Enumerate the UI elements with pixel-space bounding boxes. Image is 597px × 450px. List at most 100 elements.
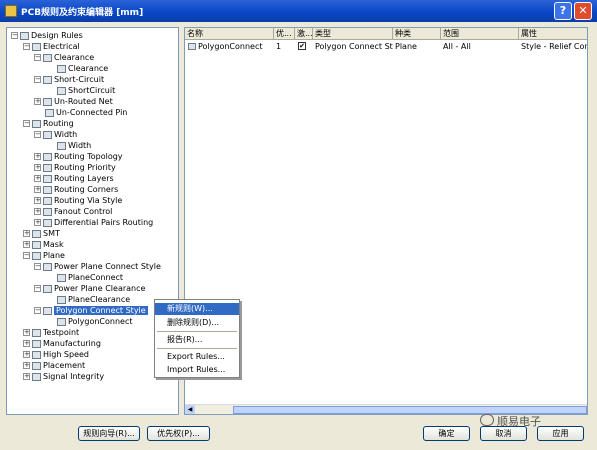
collapse-icon[interactable]: − bbox=[34, 54, 41, 61]
tree-item-placement[interactable]: + Placement bbox=[23, 360, 85, 371]
tree-item-planeclearance-rule[interactable]: PlaneClearance bbox=[57, 294, 130, 305]
tree-item-manufacturing[interactable]: + Manufacturing bbox=[23, 338, 101, 349]
tree-item-routing-via-style[interactable]: + Routing Via Style bbox=[34, 195, 122, 206]
tree-item-clearance-group[interactable]: − Clearance bbox=[34, 52, 94, 63]
tree-item-clearance-rule[interactable]: Clearance bbox=[57, 63, 108, 74]
cell-kind: Plane bbox=[395, 42, 417, 51]
tree-item-planeconnect-rule[interactable]: PlaneConnect bbox=[57, 272, 123, 283]
rule-type-icon bbox=[43, 207, 52, 216]
expand-icon[interactable]: + bbox=[34, 175, 41, 182]
collapse-icon[interactable]: − bbox=[34, 307, 41, 314]
column-header-type[interactable]: 类型 bbox=[313, 28, 393, 40]
rule-type-icon bbox=[43, 97, 52, 106]
expand-icon[interactable]: + bbox=[23, 351, 30, 358]
menu-item-export-rules[interactable]: Export Rules... bbox=[155, 351, 239, 363]
expand-icon[interactable]: + bbox=[34, 208, 41, 215]
expand-icon[interactable]: + bbox=[34, 153, 41, 160]
rule-wizard-button[interactable]: 规则向导(R)... bbox=[78, 426, 140, 441]
tree-item-testpoint[interactable]: + Testpoint bbox=[23, 327, 79, 338]
menu-item-report[interactable]: 报告(R)... bbox=[155, 334, 239, 346]
tree-item-high-speed[interactable]: + High Speed bbox=[23, 349, 89, 360]
expand-icon[interactable]: + bbox=[23, 329, 30, 336]
tree-item-routing-topology[interactable]: + Routing Topology bbox=[34, 151, 123, 162]
tree-item-mask[interactable]: + Mask bbox=[23, 239, 64, 250]
tree-item-unrouted-net[interactable]: + Un-Routed Net bbox=[34, 96, 113, 107]
expand-icon[interactable]: + bbox=[23, 340, 30, 347]
rules-table[interactable]: 名称 优... 激... 类型 种类 范围 属性 PolygonConnect … bbox=[184, 27, 588, 415]
tree-item-design-rules[interactable]: − Design Rules bbox=[11, 30, 83, 41]
expand-icon[interactable]: + bbox=[34, 186, 41, 193]
rule-icon bbox=[57, 86, 66, 95]
rule-icon bbox=[57, 317, 66, 326]
tree-item-differential-pairs-routing[interactable]: + Differential Pairs Routing bbox=[34, 217, 153, 228]
rule-icon bbox=[57, 273, 66, 282]
column-header-kind[interactable]: 种类 bbox=[393, 28, 441, 40]
rule-category-icon bbox=[32, 42, 41, 51]
tree-item-routing-priority[interactable]: + Routing Priority bbox=[34, 162, 116, 173]
rule-type-icon bbox=[43, 218, 52, 227]
tree-item-power-plane-connect-style[interactable]: − Power Plane Connect Style bbox=[34, 261, 161, 272]
help-button[interactable]: ? bbox=[554, 2, 572, 20]
tree-item-polygon-connect-style[interactable]: − Polygon Connect Style bbox=[34, 305, 148, 316]
menu-item-delete-rule[interactable]: 删除规则(D)... bbox=[155, 317, 239, 329]
tree-item-plane[interactable]: − Plane bbox=[23, 250, 65, 261]
column-header-enabled[interactable]: 激... bbox=[295, 28, 313, 40]
cell-scope: All - All bbox=[443, 42, 471, 51]
tree-item-width-group[interactable]: − Width bbox=[34, 129, 77, 140]
tree-item-power-plane-clearance[interactable]: − Power Plane Clearance bbox=[34, 283, 145, 294]
ok-button[interactable]: 确定 bbox=[423, 426, 470, 441]
priorities-button[interactable]: 优先权(P)... bbox=[147, 426, 210, 441]
tree-item-signal-integrity[interactable]: + Signal Integrity bbox=[23, 371, 104, 382]
column-header-scope[interactable]: 范围 bbox=[441, 28, 519, 40]
collapse-icon[interactable]: − bbox=[23, 43, 30, 50]
tree-item-short-circuit[interactable]: − Short-Circuit bbox=[34, 74, 104, 85]
rule-type-icon bbox=[43, 284, 52, 293]
expand-icon[interactable]: + bbox=[34, 219, 41, 226]
collapse-icon[interactable]: − bbox=[34, 263, 41, 270]
rule-category-icon bbox=[32, 251, 41, 260]
tree-item-routing-corners[interactable]: + Routing Corners bbox=[34, 184, 118, 195]
rule-category-icon bbox=[32, 229, 41, 238]
rule-icon bbox=[188, 43, 196, 50]
collapse-icon[interactable]: − bbox=[23, 252, 30, 259]
expand-icon[interactable]: + bbox=[34, 164, 41, 171]
rule-category-icon bbox=[32, 119, 41, 128]
collapse-icon[interactable]: − bbox=[34, 76, 41, 83]
watermark: 顺易电子 bbox=[497, 415, 541, 428]
collapse-icon[interactable]: − bbox=[34, 285, 41, 292]
menu-separator bbox=[157, 348, 237, 349]
collapse-icon[interactable]: − bbox=[23, 120, 30, 127]
tree-item-width-rule[interactable]: Width bbox=[57, 140, 91, 151]
column-header-priority[interactable]: 优... bbox=[274, 28, 295, 40]
menu-item-import-rules[interactable]: Import Rules... bbox=[155, 364, 239, 376]
column-header-name[interactable]: 名称 bbox=[185, 28, 274, 40]
expand-icon[interactable]: + bbox=[23, 373, 30, 380]
menu-item-new-rule[interactable]: 新规则(W)... bbox=[155, 303, 239, 315]
rule-type-icon bbox=[45, 108, 54, 117]
rule-category-icon bbox=[32, 372, 41, 381]
tree-item-unconnected-pin[interactable]: Un-Connected Pin bbox=[45, 107, 127, 118]
cell-name[interactable]: PolygonConnect bbox=[186, 41, 274, 52]
expand-icon[interactable]: + bbox=[23, 241, 30, 248]
tree-item-routing[interactable]: − Routing bbox=[23, 118, 74, 129]
rule-icon bbox=[57, 141, 66, 150]
collapse-icon[interactable]: − bbox=[11, 32, 18, 39]
tree-item-smt[interactable]: + SMT bbox=[23, 228, 60, 239]
close-button[interactable]: ✕ bbox=[574, 2, 592, 20]
rule-type-icon bbox=[43, 53, 52, 62]
tree-item-routing-layers[interactable]: + Routing Layers bbox=[34, 173, 114, 184]
expand-icon[interactable]: + bbox=[34, 197, 41, 204]
tree-item-shortcircuit-rule[interactable]: ShortCircuit bbox=[57, 85, 115, 96]
expand-icon[interactable]: + bbox=[34, 98, 41, 105]
expand-icon[interactable]: + bbox=[23, 362, 30, 369]
collapse-icon[interactable]: − bbox=[34, 131, 41, 138]
enabled-checkbox[interactable]: ✔ bbox=[298, 42, 306, 50]
window-title: PCB规则及约束编辑器 [mm] bbox=[21, 8, 144, 18]
column-header-attributes[interactable]: 属性 bbox=[519, 28, 587, 40]
tree-item-electrical[interactable]: − Electrical bbox=[23, 41, 80, 52]
expand-icon[interactable]: + bbox=[23, 230, 30, 237]
scroll-left-icon[interactable]: ◀ bbox=[185, 405, 195, 414]
tree-item-polygonconnect-rule[interactable]: PolygonConnect bbox=[57, 316, 133, 327]
apply-button[interactable]: 应用 bbox=[537, 426, 584, 441]
tree-item-fanout-control[interactable]: + Fanout Control bbox=[34, 206, 112, 217]
